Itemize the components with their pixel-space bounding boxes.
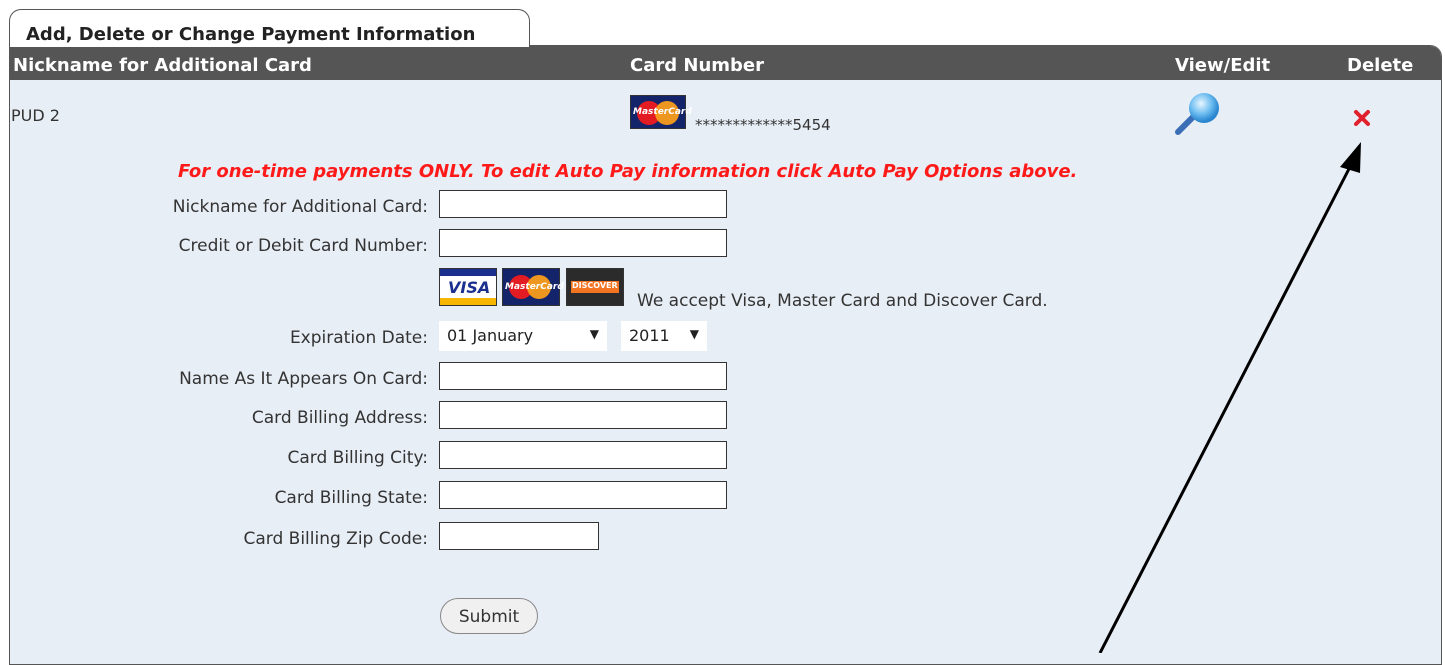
- payment-tab[interactable]: Add, Delete or Change Payment Informatio…: [9, 9, 530, 47]
- tab-title: Add, Delete or Change Payment Informatio…: [26, 24, 476, 45]
- annotation-arrow-icon: [1098, 142, 1361, 653]
